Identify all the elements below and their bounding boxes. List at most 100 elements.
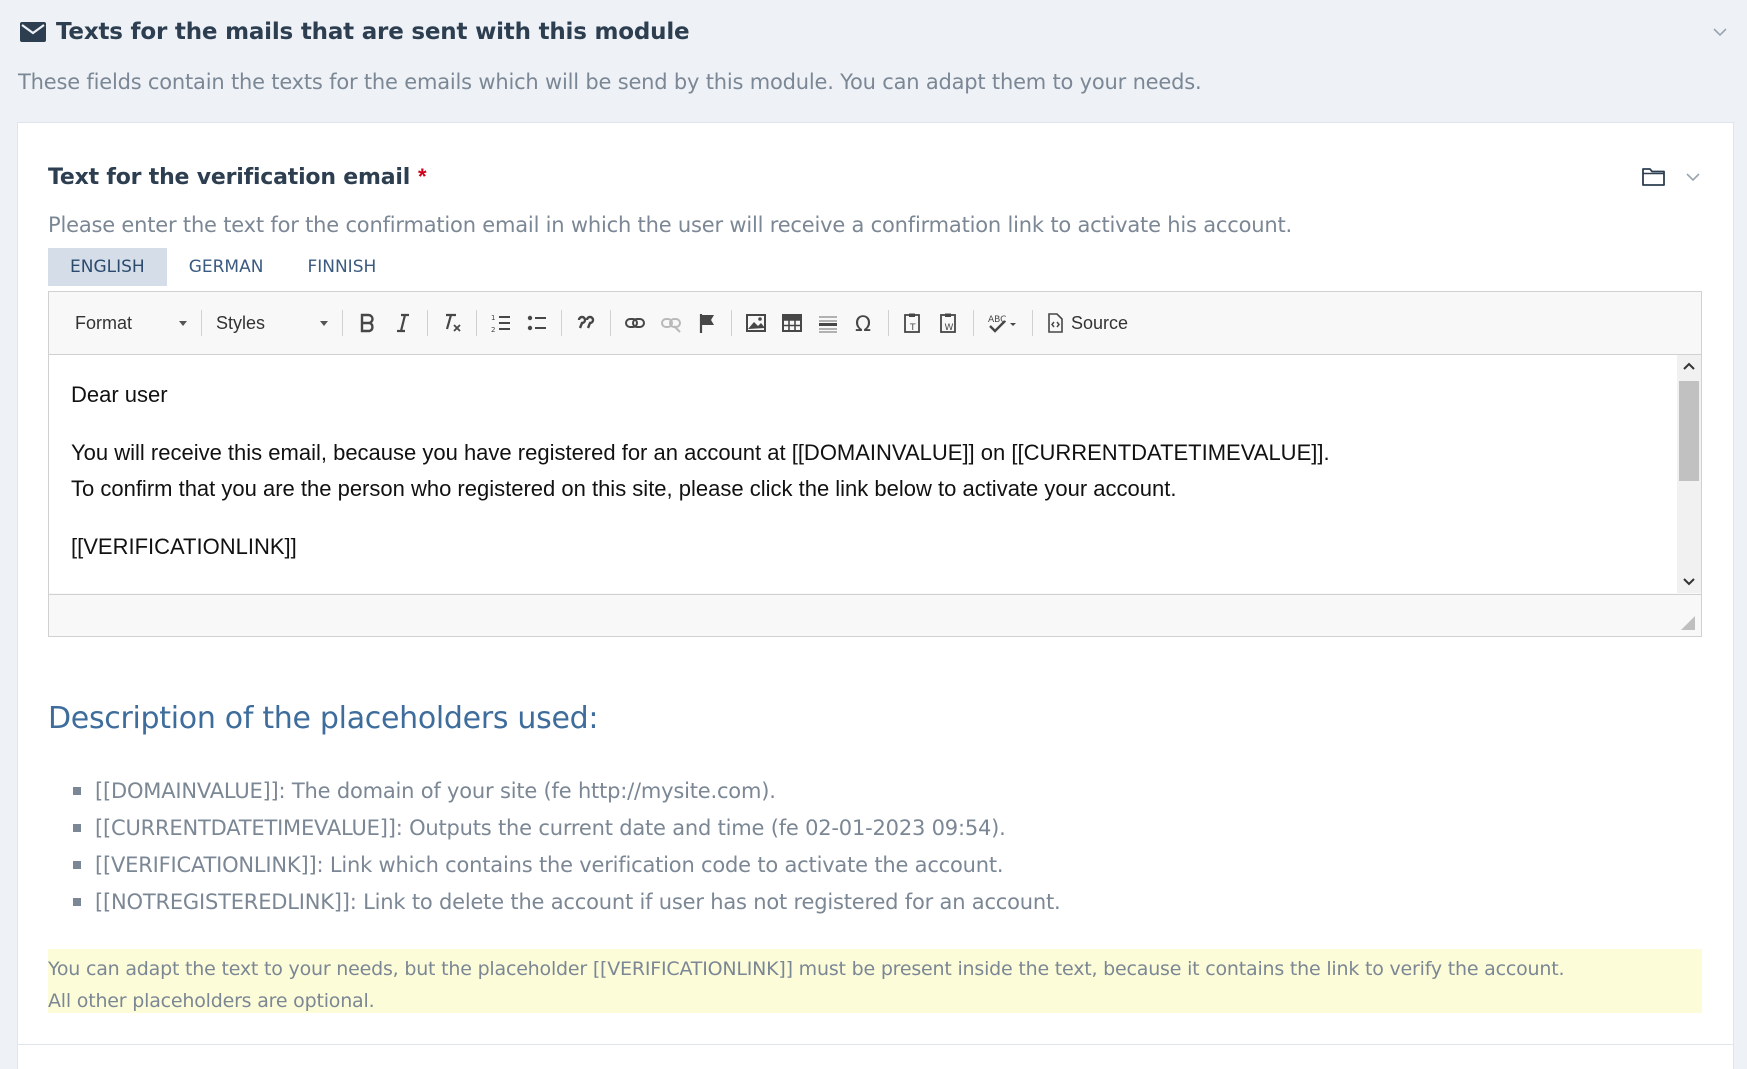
numbered-list-button[interactable]: 12 <box>483 306 519 340</box>
blockquote-button[interactable] <box>568 306 604 340</box>
editor-line-2: To confirm that you are the person who r… <box>71 476 1177 501</box>
unlink-icon <box>661 318 681 333</box>
editor-scrollbar[interactable] <box>1677 355 1701 593</box>
list-item: [[VERIFICATIONLINK]]: Link which contain… <box>73 846 1061 883</box>
folder-icon[interactable] <box>1641 165 1667 189</box>
caret-down-icon <box>320 320 328 326</box>
tab-finnish[interactable]: FINNISH <box>285 248 398 286</box>
flag-icon <box>699 314 714 333</box>
section-title: Texts for the mails that are sent with t… <box>56 19 690 45</box>
bulleted-list-icon <box>527 315 546 331</box>
toolbar-separator <box>476 310 477 336</box>
paste-word-icon: W <box>940 313 956 333</box>
hint-note-line-1: You can adapt the text to your needs, bu… <box>48 958 1565 980</box>
placeholder-description: [[NOTREGISTEREDLINK]]: Link to delete th… <box>95 889 1061 914</box>
placeholder-description: [[CURRENTDATETIMEVALUE]]: Outputs the cu… <box>95 815 1006 840</box>
svg-text:Ω: Ω <box>855 312 871 334</box>
tab-german[interactable]: GERMAN <box>167 248 286 286</box>
scrollbar-thumb[interactable] <box>1679 381 1699 481</box>
scroll-down-arrow-icon[interactable] <box>1677 571 1701 593</box>
list-item: [[CURRENTDATETIMEVALUE]]: Outputs the cu… <box>73 809 1061 846</box>
toolbar-separator <box>973 310 974 336</box>
required-marker: * <box>418 164 427 189</box>
horizontal-line-button[interactable] <box>810 306 846 340</box>
toolbar-separator <box>731 310 732 336</box>
field-header: Text for the verification email * <box>48 159 1703 195</box>
link-icon <box>625 318 645 328</box>
remove-format-icon <box>445 313 461 332</box>
paste-text-icon: T <box>904 313 920 333</box>
link-button[interactable] <box>617 306 653 340</box>
editor-line-1: You will receive this email, because you… <box>71 440 1330 465</box>
source-button[interactable]: Source <box>1039 306 1134 340</box>
placeholder-description: [[DOMAINVALUE]]: The domain of your site… <box>95 778 776 803</box>
italic-icon <box>397 313 409 333</box>
placeholder-description: [[VERIFICATIONLINK]]: Link which contain… <box>95 852 1004 877</box>
svg-text:W: W <box>945 323 954 333</box>
rich-text-editor: Format Styles 12 Ω T W ABC Source Dear u… <box>48 291 1702 637</box>
section-description: These fields contain the texts for the e… <box>18 70 1202 94</box>
bold-button[interactable] <box>349 306 385 340</box>
envelope-icon <box>20 22 46 42</box>
anchor-button[interactable] <box>689 306 725 340</box>
bold-icon <box>360 313 374 333</box>
editor-greeting: Dear user <box>71 382 168 407</box>
paste-word-button[interactable]: W <box>931 306 967 340</box>
unlink-button[interactable] <box>653 306 689 340</box>
svg-text:2: 2 <box>491 326 495 334</box>
paste-text-button[interactable]: T <box>895 306 931 340</box>
remove-format-button[interactable] <box>434 306 470 340</box>
italic-button[interactable] <box>385 306 421 340</box>
special-character-button[interactable]: Ω <box>846 306 882 340</box>
format-dropdown[interactable]: Format <box>67 308 195 338</box>
toolbar-separator <box>888 310 889 336</box>
spellcheck-button[interactable]: ABC <box>980 306 1026 340</box>
image-button[interactable] <box>738 306 774 340</box>
chevron-down-icon[interactable] <box>1710 22 1730 42</box>
bullet-icon <box>73 860 81 869</box>
caret-down-icon <box>179 320 187 326</box>
scroll-up-arrow-icon[interactable] <box>1677 355 1701 377</box>
resize-grip-icon[interactable] <box>1681 616 1695 630</box>
toolbar-separator <box>342 310 343 336</box>
toolbar-separator <box>201 310 202 336</box>
source-button-label: Source <box>1071 312 1129 333</box>
toolbar-separator <box>561 310 562 336</box>
section-header[interactable]: Texts for the mails that are sent with t… <box>20 14 1730 50</box>
bullet-icon <box>73 786 81 795</box>
bullet-icon <box>73 897 81 906</box>
table-icon <box>782 314 802 332</box>
toolbar-separator <box>610 310 611 336</box>
styles-dropdown[interactable]: Styles <box>208 308 336 338</box>
hint-note-line-2: All other placeholders are optional. <box>48 990 375 1012</box>
source-code-icon <box>1048 313 1063 333</box>
numbered-list-icon: 12 <box>491 314 510 334</box>
image-icon <box>746 314 766 332</box>
table-button[interactable] <box>774 306 810 340</box>
field-description: Please enter the text for the confirmati… <box>48 213 1292 237</box>
editor-content[interactable]: Dear user You will receive this email, b… <box>49 355 1701 593</box>
placeholders-heading: Description of the placeholders used: <box>48 701 599 736</box>
tab-english[interactable]: ENGLISH <box>48 248 167 286</box>
format-dropdown-label: Format <box>75 312 133 333</box>
horizontal-line-icon <box>819 316 837 333</box>
styles-dropdown-label: Styles <box>216 312 266 333</box>
language-tabs: ENGLISH GERMAN FINNISH <box>48 248 398 286</box>
field-card: Text for the verification email * Please… <box>17 122 1734 1069</box>
field-title: Text for the verification email <box>48 164 411 190</box>
editor-statusbar <box>49 594 1701 636</box>
chevron-down-icon[interactable] <box>1683 167 1703 187</box>
divider <box>18 1044 1733 1045</box>
hint-note: You can adapt the text to your needs, bu… <box>48 949 1702 1013</box>
quote-icon <box>577 315 595 329</box>
omega-icon: Ω <box>855 312 871 334</box>
svg-text:T: T <box>909 323 916 333</box>
svg-text:1: 1 <box>491 314 495 322</box>
editor-verification-link: [[VERIFICATIONLINK]] <box>71 534 297 559</box>
placeholders-list: [[DOMAINVALUE]]: The domain of your site… <box>73 772 1061 920</box>
bulleted-list-button[interactable] <box>519 306 555 340</box>
spellcheck-icon: ABC <box>988 315 1016 333</box>
editor-body[interactable]: Dear user You will receive this email, b… <box>49 355 1701 565</box>
editor-toolbar: Format Styles 12 Ω T W ABC Source <box>49 292 1701 355</box>
bullet-icon <box>73 823 81 832</box>
